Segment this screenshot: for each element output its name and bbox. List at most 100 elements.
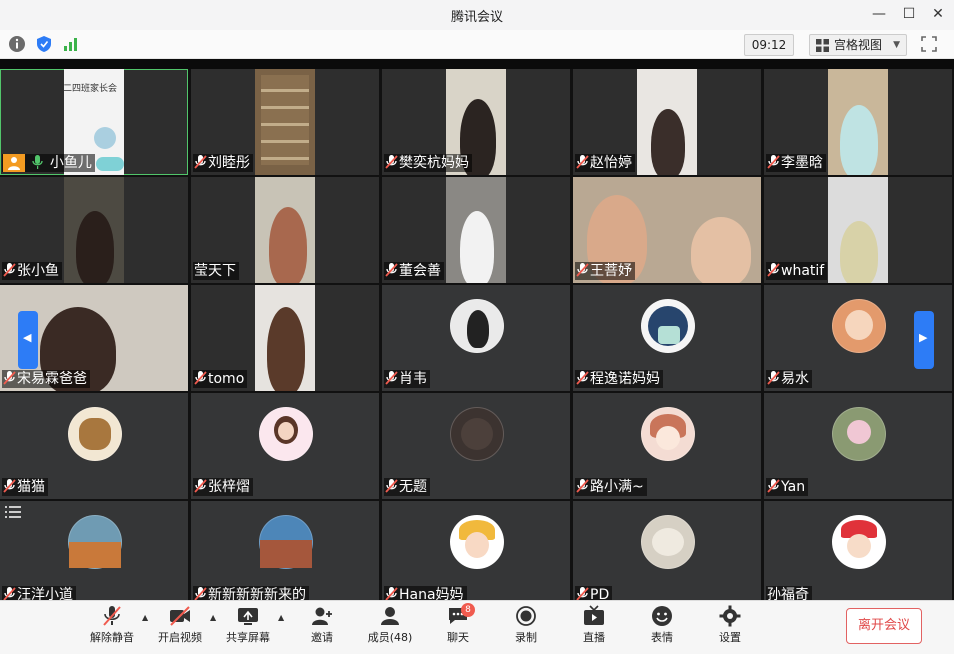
participant-label: 猫猫	[2, 478, 48, 496]
list-icon[interactable]	[4, 504, 22, 520]
avatar	[259, 407, 313, 461]
participant-name: tomo	[208, 371, 245, 387]
live-button[interactable]: 直播	[564, 605, 624, 651]
participant-name: Yan	[781, 479, 806, 495]
members-button[interactable]: 成员(48)	[360, 605, 420, 651]
participant-label: 莹天下	[193, 262, 239, 280]
video-tile[interactable]: tomo	[191, 285, 379, 391]
leave-meeting-button[interactable]: 离开会议	[846, 608, 922, 644]
share-screen-label: 共享屏幕	[226, 631, 270, 644]
participant-label: 李墨晗	[766, 154, 826, 172]
participant-name: 程逸诺妈妈	[590, 371, 660, 387]
record-button[interactable]: 录制	[496, 605, 556, 651]
video-tile[interactable]: 樊奕杭妈妈	[382, 69, 570, 175]
video-tile[interactable]: 张梓熠	[191, 393, 379, 499]
mic-muted-icon	[385, 587, 398, 600]
video-tile[interactable]: 刘睦彤	[191, 69, 379, 175]
avatar	[68, 515, 122, 569]
participant-name: 小鱼儿	[49, 155, 92, 171]
participant-name: 李墨晗	[781, 155, 823, 171]
participant-label: 小鱼儿	[2, 154, 95, 172]
participant-label: 肖韦	[384, 370, 430, 388]
video-tile[interactable]: 董会善	[382, 177, 570, 283]
camera-feed	[64, 177, 124, 283]
video-tile[interactable]: 莹天下	[191, 177, 379, 283]
participant-name: 樊奕杭妈妈	[399, 155, 469, 171]
mic-muted-icon	[103, 606, 121, 626]
unmute-button[interactable]: 解除静音	[82, 605, 142, 651]
fullscreen-icon[interactable]	[920, 35, 938, 53]
video-tile[interactable]: PD	[573, 501, 761, 600]
participant-label: 张小鱼	[2, 262, 62, 280]
shield-icon[interactable]	[35, 35, 53, 53]
avatar	[450, 407, 504, 461]
meeting-clock: 09:12	[744, 34, 794, 56]
close-button[interactable]: ✕	[926, 4, 950, 24]
video-tile[interactable]: 王菩妤	[573, 177, 761, 283]
participant-label: 宋易霖爸爸	[2, 370, 90, 388]
participant-label: tomo	[193, 370, 248, 388]
mic-muted-icon	[767, 263, 780, 277]
avatar	[259, 515, 313, 569]
video-tile[interactable]: 张小鱼	[0, 177, 188, 283]
start-video-button[interactable]: 开启视频	[150, 605, 210, 651]
share-options-caret[interactable]: ▲	[278, 613, 284, 622]
participant-name: 王菩妤	[590, 263, 632, 279]
participant-name: 无题	[399, 479, 427, 495]
participant-label: 易水	[766, 370, 812, 388]
video-grid: 二四班家长会 小鱼儿 刘睦彤 樊奕杭妈妈 赵怡婷 李墨晗 张小鱼 莹天下 董会善…	[0, 59, 954, 600]
maximize-button[interactable]: ☐	[897, 4, 921, 24]
smiley-icon	[652, 606, 672, 626]
mic-muted-icon	[385, 263, 398, 277]
record-icon	[516, 606, 536, 626]
video-tile[interactable]: Hana妈妈	[382, 501, 570, 600]
camera-off-icon	[170, 606, 190, 626]
settings-button[interactable]: 设置	[700, 605, 760, 651]
mic-muted-icon	[385, 371, 398, 385]
avatar	[450, 515, 504, 569]
mic-muted-icon	[194, 587, 207, 600]
video-tile[interactable]: 路小满~	[573, 393, 761, 499]
record-label: 录制	[515, 631, 537, 644]
reactions-label: 表情	[651, 631, 673, 644]
video-tile[interactable]: 新新新新新来的	[191, 501, 379, 600]
chevron-left-icon: ◀	[23, 331, 32, 344]
signal-icon[interactable]	[62, 35, 80, 53]
minimize-button[interactable]: —	[867, 4, 891, 24]
chat-unread-badge: 8	[461, 603, 475, 617]
share-screen-button[interactable]: 共享屏幕	[218, 605, 278, 651]
video-tile[interactable]: 程逸诺妈妈	[573, 285, 761, 391]
mic-muted-icon	[194, 479, 207, 493]
video-tile[interactable]: 肖韦	[382, 285, 570, 391]
mic-options-caret[interactable]: ▲	[142, 613, 148, 622]
participant-name: whatif	[781, 263, 825, 279]
video-tile[interactable]: 汪洋小道	[0, 501, 188, 600]
host-icon	[3, 154, 25, 172]
view-mode-dropdown[interactable]: 宫格视图 ▼	[809, 34, 907, 56]
video-tile[interactable]: 猫猫	[0, 393, 188, 499]
reactions-button[interactable]: 表情	[632, 605, 692, 651]
chat-button[interactable]: 8 聊天	[428, 603, 488, 651]
video-tile[interactable]: 孙福奇	[764, 501, 952, 600]
video-tile[interactable]: 二四班家长会 小鱼儿	[0, 69, 188, 175]
grid-view-icon	[816, 39, 829, 52]
video-options-caret[interactable]: ▲	[210, 613, 216, 622]
video-tile[interactable]: whatif	[764, 177, 952, 283]
participant-name: 赵怡婷	[590, 155, 632, 171]
next-page-button[interactable]: ▶	[914, 311, 934, 369]
video-tile[interactable]: 赵怡婷	[573, 69, 761, 175]
live-broadcast-icon	[584, 605, 604, 625]
avatar	[832, 407, 886, 461]
add-user-icon	[312, 607, 332, 625]
participant-label: 董会善	[384, 262, 444, 280]
mic-muted-icon	[576, 371, 589, 385]
previous-page-button[interactable]: ◀	[18, 311, 38, 369]
video-tile[interactable]: Yan	[764, 393, 952, 499]
participant-name: 莹天下	[194, 263, 236, 279]
participant-name: PD	[590, 587, 610, 600]
info-icon[interactable]	[8, 35, 26, 53]
participant-label: 孙福奇	[766, 586, 812, 600]
invite-button[interactable]: 邀请	[292, 605, 352, 651]
video-tile[interactable]: 李墨晗	[764, 69, 952, 175]
video-tile[interactable]: 无题	[382, 393, 570, 499]
